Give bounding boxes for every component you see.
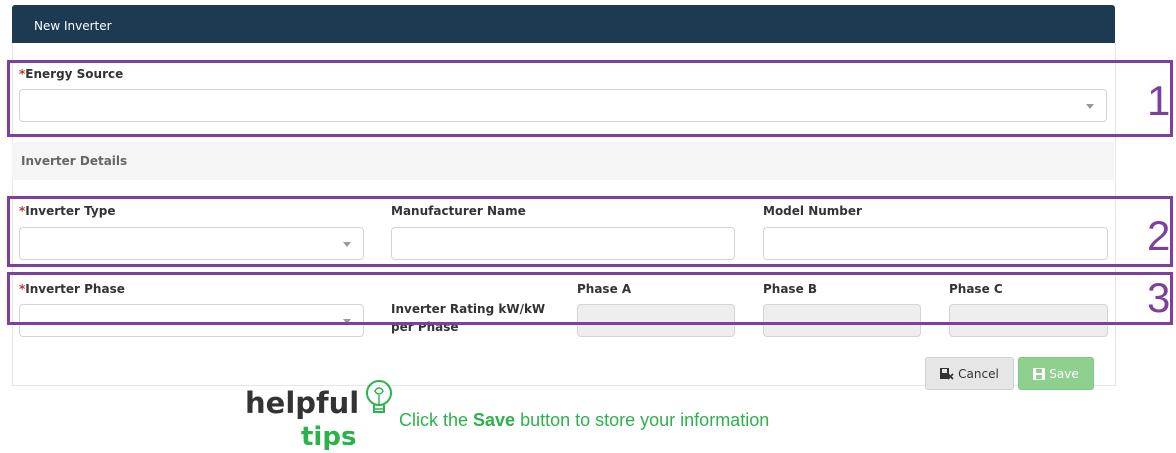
cancel-icon xyxy=(940,367,954,380)
tip-text-bold: Save xyxy=(473,410,516,430)
callout-number-3: 3 xyxy=(1147,274,1171,321)
logo-tips-text: tips xyxy=(301,422,356,450)
tip-text-after: button to store your information xyxy=(515,410,770,430)
panel-title: New Inverter xyxy=(34,19,112,33)
save-icon xyxy=(1033,367,1046,380)
tip-text-before: Click the xyxy=(399,410,474,430)
highlight-box-3 xyxy=(7,272,1173,325)
save-label: Save xyxy=(1049,366,1079,381)
helpful-tips-logo: helpful tips xyxy=(245,380,392,450)
cancel-label: Cancel xyxy=(958,366,999,381)
section-title: Inverter Details xyxy=(21,154,128,168)
lightbulb-icon xyxy=(366,380,392,413)
panel-header: New Inverter xyxy=(12,5,1115,43)
cancel-button[interactable]: Cancel xyxy=(925,357,1014,390)
inverter-details-section: Inverter Details xyxy=(12,142,1114,180)
callout-number-2: 2 xyxy=(1147,212,1171,259)
callout-number-1: 1 xyxy=(1147,77,1171,124)
save-button[interactable]: Save xyxy=(1018,357,1094,390)
logo-helpful-text: helpful xyxy=(245,386,359,420)
highlight-box-1 xyxy=(7,60,1173,137)
highlight-box-2 xyxy=(7,196,1173,267)
tip-text: Click the Save button to store your info… xyxy=(399,410,769,431)
